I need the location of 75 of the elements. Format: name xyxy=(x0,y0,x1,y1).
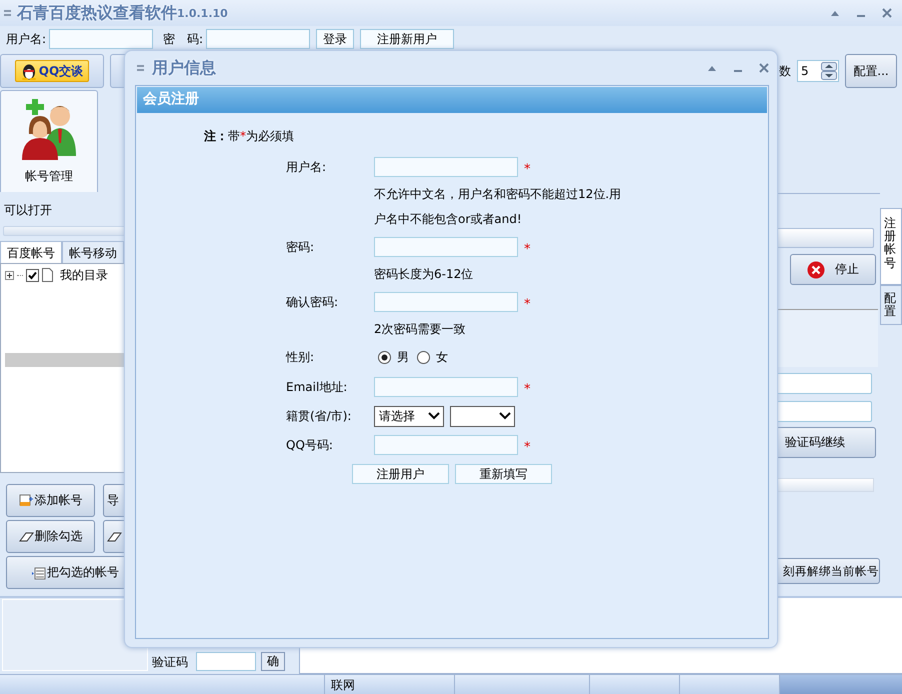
dropdown[interactable] xyxy=(450,406,515,426)
stop-button[interactable]: 停止 xyxy=(790,254,876,285)
eraser-icon xyxy=(18,530,34,544)
username-field[interactable] xyxy=(49,29,154,49)
restore-icon xyxy=(707,64,717,72)
input-field[interactable] xyxy=(374,292,518,312)
window-title: 石青百度热议查看软件 xyxy=(17,2,177,24)
radio-button[interactable] xyxy=(378,350,391,364)
menu-icon xyxy=(137,65,144,71)
field-label: QQ号码: xyxy=(286,436,334,454)
hint-text: 不允许中文名，用户名和密码不能超过12位.用 xyxy=(374,186,622,203)
field-label: 籍贯(省/市): xyxy=(286,408,352,424)
document-icon xyxy=(42,268,53,282)
reset-button[interactable]: 重新填写 xyxy=(455,464,552,484)
input-field[interactable] xyxy=(374,237,518,257)
account-list-tab[interactable]: 帐号移动 xyxy=(62,241,124,263)
username-label: 用户名: xyxy=(6,30,46,48)
tree-item[interactable]: 我的目录 xyxy=(60,266,108,284)
register-button[interactable]: 注册新用户 xyxy=(360,29,454,49)
login-button[interactable]: 登录 xyxy=(316,29,354,49)
checkbox[interactable] xyxy=(26,268,39,282)
penguin-icon xyxy=(20,62,37,80)
hint-text: 2次密码需要一致 xyxy=(374,321,466,338)
version-label: 1.0.1.10 xyxy=(177,6,228,20)
required-mark: * xyxy=(524,439,530,455)
radio-label: 男 xyxy=(397,348,409,366)
radio-button[interactable] xyxy=(417,350,430,364)
required-mark: * xyxy=(524,161,530,177)
eraser-icon xyxy=(107,530,122,544)
chevron-down-icon xyxy=(428,412,440,420)
dialog-title: 用户信息 xyxy=(152,58,216,78)
side-tab[interactable]: 注册帐号 xyxy=(880,208,902,285)
submit-button[interactable]: 注册用户 xyxy=(352,464,449,484)
count-spinner[interactable]: 5 xyxy=(797,60,839,82)
add-icon xyxy=(18,494,34,508)
close-icon xyxy=(882,8,892,18)
field-label: 密码: xyxy=(286,238,316,256)
password-field[interactable] xyxy=(206,29,310,49)
status-text: 可以打开 xyxy=(4,202,53,219)
hint-text: 密码长度为6-12位 xyxy=(374,266,474,283)
menu-icon xyxy=(4,10,11,16)
action-button[interactable]: 删除勾选 xyxy=(6,520,95,553)
input-field[interactable] xyxy=(374,157,518,177)
required-note: 注：带*为必须填 xyxy=(204,128,295,145)
restore-icon xyxy=(830,9,840,17)
account-list-tab[interactable]: 百度帐号 xyxy=(0,241,62,263)
captcha-label: 验证码 xyxy=(152,654,188,671)
radio-label: 女 xyxy=(436,348,448,366)
spin-arrows-icon xyxy=(821,62,837,80)
stop-icon xyxy=(807,260,825,278)
required-mark: * xyxy=(524,241,530,257)
list-icon xyxy=(31,566,46,580)
input-field[interactable] xyxy=(374,435,518,455)
hint-text: 户名中不能包含or或者and! xyxy=(374,211,522,228)
required-mark: * xyxy=(524,296,530,312)
field-label: 用户名: xyxy=(286,158,328,176)
account-tab[interactable]: 帐号管理 xyxy=(0,90,98,192)
side-tab[interactable]: 配置 xyxy=(880,284,902,326)
chat-button[interactable]: QQ交谈 xyxy=(14,60,90,82)
close-icon xyxy=(759,63,769,73)
count-label: 数 xyxy=(779,62,791,80)
status-text: 联网 xyxy=(325,675,455,694)
field-label: 确认密码: xyxy=(286,294,340,310)
dropdown[interactable]: 请选择 xyxy=(374,406,444,426)
action-button[interactable]: 添加帐号 xyxy=(6,484,95,517)
field-label: 性别: xyxy=(286,348,316,366)
chevron-down-icon xyxy=(499,412,511,420)
field-label: Email地址: xyxy=(286,378,348,396)
section-header: 会员注册 xyxy=(137,87,767,113)
password-label: 密 码: xyxy=(163,30,204,48)
confirm-button[interactable]: 确 xyxy=(261,652,285,671)
required-mark: * xyxy=(524,381,530,397)
config-button[interactable]: 配置... xyxy=(845,54,897,88)
input-field[interactable] xyxy=(374,377,518,397)
captcha-field[interactable] xyxy=(196,652,256,671)
